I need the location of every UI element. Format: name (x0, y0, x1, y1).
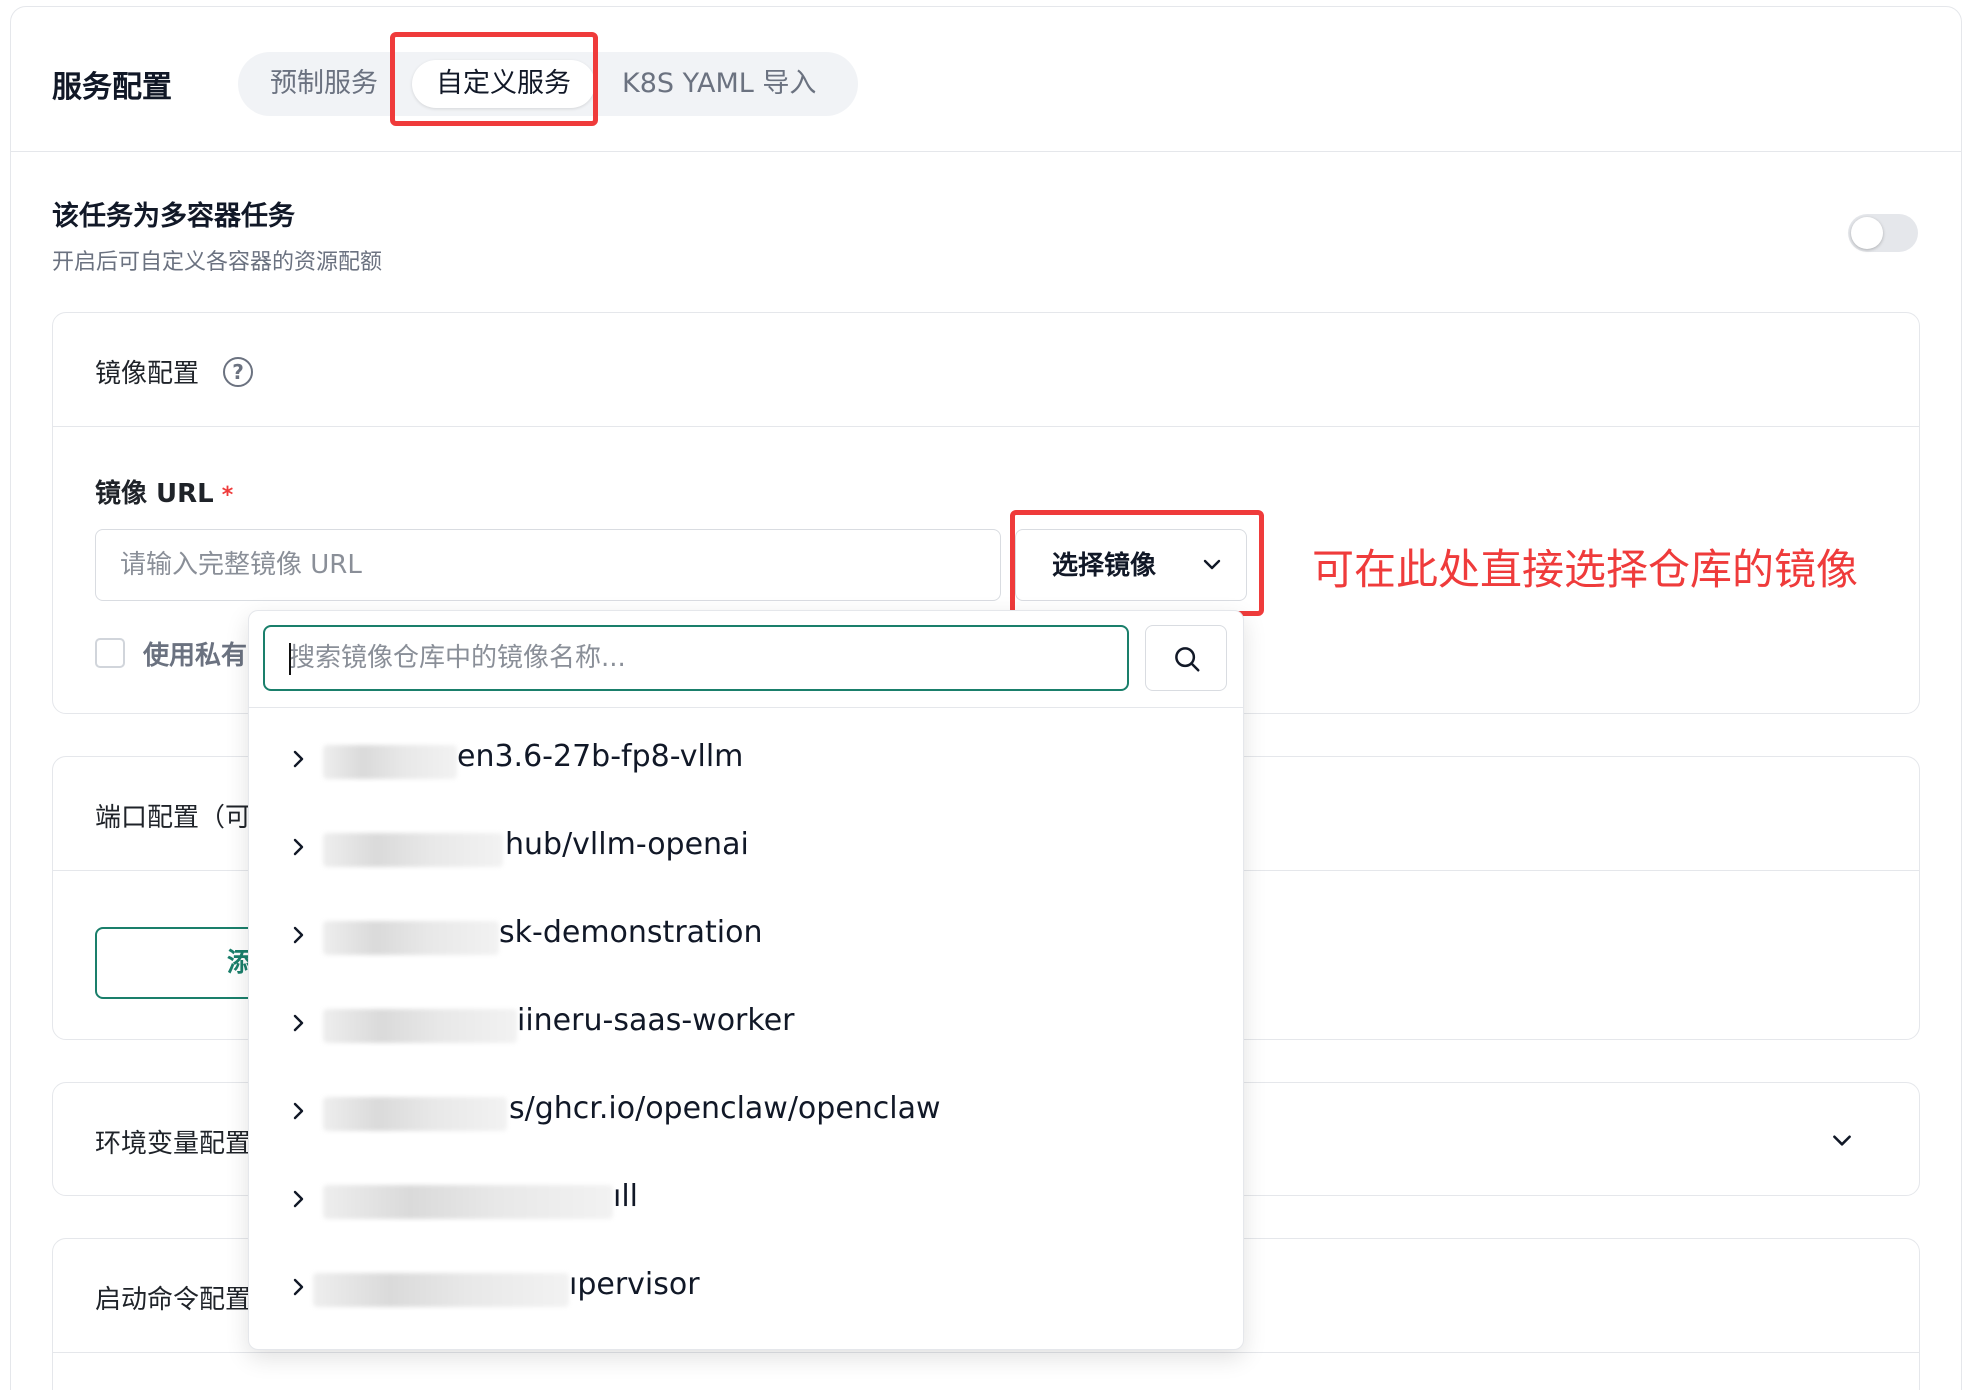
image-config-title: 镜像配置 (95, 359, 200, 389)
highlight-box-tab (390, 32, 598, 126)
chevron-right-icon[interactable] (289, 747, 309, 771)
image-list-item[interactable]: ıll (249, 1157, 1243, 1245)
image-list-item[interactable]: s/ghcr.io/openclaw/openclaw (249, 1069, 1243, 1157)
multi-container-description: 开启后可自定义各容器的资源配额 (52, 250, 383, 275)
chevron-right-icon[interactable] (289, 835, 309, 859)
private-registry-label: 使用私有 (143, 641, 248, 671)
image-name: iineru-saas-worker (517, 1003, 795, 1038)
chevron-right-icon[interactable] (289, 1187, 309, 1211)
private-registry-checkbox[interactable] (95, 638, 125, 668)
port-config-title: 端口配置（可 (95, 803, 252, 833)
help-icon[interactable]: ? (223, 357, 253, 387)
search-icon (1175, 647, 1200, 672)
multi-container-title: 该任务为多容器任务 (52, 201, 295, 232)
header: 服务配置 预制服务 自定义服务 K8S YAML 导入 (10, 6, 1962, 152)
image-name: ıll (613, 1179, 639, 1214)
chevron-right-icon[interactable] (289, 1099, 309, 1123)
tab-prebuilt-service[interactable]: 预制服务 (246, 60, 402, 108)
redacted-prefix (313, 1273, 569, 1307)
image-search-input[interactable]: 搜索镜像仓库中的镜像名称... (263, 625, 1129, 691)
required-mark: * (221, 483, 234, 508)
image-name: sk-demonstration (499, 915, 763, 950)
image-list-item[interactable]: en3.6-27b-fp8-vllm (249, 717, 1243, 805)
image-search-placeholder: 搜索镜像仓库中的镜像名称... (289, 643, 626, 673)
chevron-right-icon[interactable] (289, 923, 309, 947)
redacted-prefix (323, 833, 503, 867)
toggle-knob (1851, 217, 1883, 249)
redacted-prefix (323, 1009, 517, 1043)
multi-container-toggle[interactable] (1848, 214, 1918, 252)
image-name: ıpervisor (569, 1267, 700, 1302)
redacted-prefix (323, 1097, 507, 1131)
image-config-header: 镜像配置 ? (53, 313, 1919, 427)
redacted-prefix (323, 745, 457, 779)
image-list-item[interactable]: iineru-saas-worker (249, 981, 1243, 1069)
redacted-prefix (323, 1185, 613, 1219)
cmd-config-title: 启动命令配置 (95, 1285, 252, 1315)
chevron-down-icon[interactable] (1829, 1127, 1855, 1153)
chevron-right-icon[interactable] (289, 1011, 309, 1035)
image-url-label: 镜像 URL * (95, 479, 234, 509)
image-select-dropdown: 搜索镜像仓库中的镜像名称... en3.6-27b-fp8-vllm hub/v… (248, 610, 1244, 1350)
image-url-input[interactable]: 请输入完整镜像 URL (95, 529, 1001, 601)
highlight-box-select (1010, 510, 1264, 616)
text-caret (289, 643, 291, 675)
image-list-item[interactable]: ıpervisor (249, 1245, 1243, 1333)
image-list-item[interactable]: sk-demonstration (249, 893, 1243, 981)
dropdown-divider (249, 707, 1243, 708)
page-title: 服务配置 (52, 70, 172, 105)
image-name: s/ghcr.io/openclaw/openclaw (509, 1091, 941, 1126)
image-list-item[interactable]: hub/vllm-openai (249, 805, 1243, 893)
env-config-title: 环境变量配置 (95, 1129, 252, 1159)
chevron-right-icon[interactable] (289, 1275, 309, 1299)
image-name: en3.6-27b-fp8-vllm (457, 739, 744, 774)
tab-k8s-yaml-import[interactable]: K8S YAML 导入 (598, 60, 840, 108)
image-name: hub/vllm-openai (505, 827, 749, 862)
annotation-text: 可在此处直接选择仓库的镜像 (1312, 545, 1859, 594)
image-search-button[interactable] (1145, 625, 1227, 691)
redacted-prefix (323, 921, 499, 955)
